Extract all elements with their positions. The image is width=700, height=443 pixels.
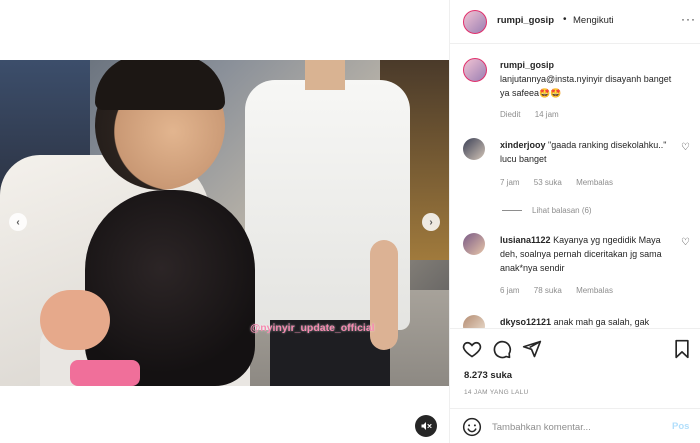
next-button[interactable]: ›	[422, 213, 440, 231]
comment-avatar[interactable]	[463, 138, 485, 160]
emoji-icon[interactable]	[462, 417, 482, 437]
caption-age: 14 jam	[534, 110, 559, 119]
caption-username[interactable]: rumpi_gosip	[500, 60, 554, 70]
replies-divider	[502, 210, 522, 211]
video-watermark: @nyinyir_update_official	[250, 322, 375, 334]
comment-composer: Pos	[450, 408, 700, 443]
comment-avatar[interactable]	[463, 315, 485, 328]
caption-text: rumpi_gosip lanjutannya@insta.nyinyir di…	[500, 58, 678, 100]
comment-age: 7 jam	[500, 178, 520, 187]
caption-avatar[interactable]	[463, 58, 487, 82]
chevron-left-icon: ‹	[16, 216, 20, 228]
comment-reply-button[interactable]: Membalas	[576, 286, 613, 295]
comment-likes[interactable]: 53 suka	[534, 178, 562, 187]
post-timestamp: 14 JAM YANG LALU	[464, 389, 529, 396]
header-separator: •	[563, 14, 567, 25]
view-replies-label: Lihat balasan (6)	[532, 206, 592, 215]
author-avatar[interactable]	[463, 10, 487, 34]
video-person-center-neck	[305, 60, 345, 90]
more-options-icon[interactable]: ···	[681, 12, 696, 26]
post-header: rumpi_gosip • Mengikuti ···	[450, 0, 700, 44]
follow-status-button[interactable]: Mengikuti	[573, 15, 614, 26]
mute-button[interactable]	[415, 415, 437, 437]
comments-list[interactable]: rumpi_gosip lanjutannya@insta.nyinyir di…	[450, 45, 700, 328]
caption-meta: Diedit 14 jam	[500, 110, 571, 119]
caption-body: lanjutannya@insta.nyinyir disayanh bange…	[500, 74, 672, 98]
post-actions: 8.273 suka 14 JAM YANG LALU	[450, 328, 700, 408]
comment-avatar[interactable]	[463, 233, 485, 255]
video-pink-object	[70, 360, 140, 386]
author-username[interactable]: rumpi_gosip	[497, 15, 554, 26]
comment-username[interactable]: dkyso12121	[500, 317, 551, 327]
comment-heart-icon[interactable]: ♡	[681, 237, 690, 248]
comment-age: 6 jam	[500, 286, 520, 295]
likes-count[interactable]: 8.273 suka	[464, 370, 512, 381]
comment-text: xinderjooy "gaada ranking disekolahku.."…	[500, 138, 678, 166]
comment-heart-icon[interactable]: ♡	[681, 142, 690, 153]
post-comment-button[interactable]: Pos	[672, 421, 689, 432]
comment-text: dkyso12121 anak mah ga salah, gak	[500, 315, 678, 328]
comment-meta: 6 jam 78 suka Membalas	[500, 286, 625, 295]
comment-input[interactable]	[492, 419, 652, 435]
comment-meta: 7 jam 53 suka Membalas	[500, 178, 625, 187]
comment-body: anak mah ga salah, gak	[553, 317, 650, 327]
video-child-hair	[85, 190, 255, 386]
chevron-right-icon: ›	[429, 216, 433, 228]
share-icon[interactable]	[522, 339, 542, 359]
comment-icon[interactable]	[492, 339, 512, 359]
caption-edited: Diedit	[500, 110, 521, 119]
video-hand	[40, 290, 110, 350]
bookmark-icon[interactable]	[672, 339, 692, 359]
comment-username[interactable]: xinderjooy	[500, 140, 546, 150]
media-panel: @nyinyir_update_official ‹ ›	[0, 0, 449, 443]
comment-username[interactable]: lusiana1122	[500, 235, 551, 245]
post-video[interactable]: @nyinyir_update_official	[0, 60, 449, 386]
previous-button[interactable]: ‹	[9, 213, 27, 231]
view-replies-button[interactable]: Lihat balasan (6)	[502, 206, 592, 215]
video-person-left-hair	[95, 60, 225, 110]
comment-text: lusiana1122 Kayanya yg ngedidik Maya deh…	[500, 233, 678, 275]
comment-reply-button[interactable]: Membalas	[576, 178, 613, 187]
mute-icon	[421, 422, 432, 430]
comment-likes[interactable]: 78 suka	[534, 286, 562, 295]
heart-icon[interactable]	[462, 339, 482, 359]
post-sidebar: rumpi_gosip • Mengikuti ··· rumpi_gosip …	[449, 0, 700, 443]
